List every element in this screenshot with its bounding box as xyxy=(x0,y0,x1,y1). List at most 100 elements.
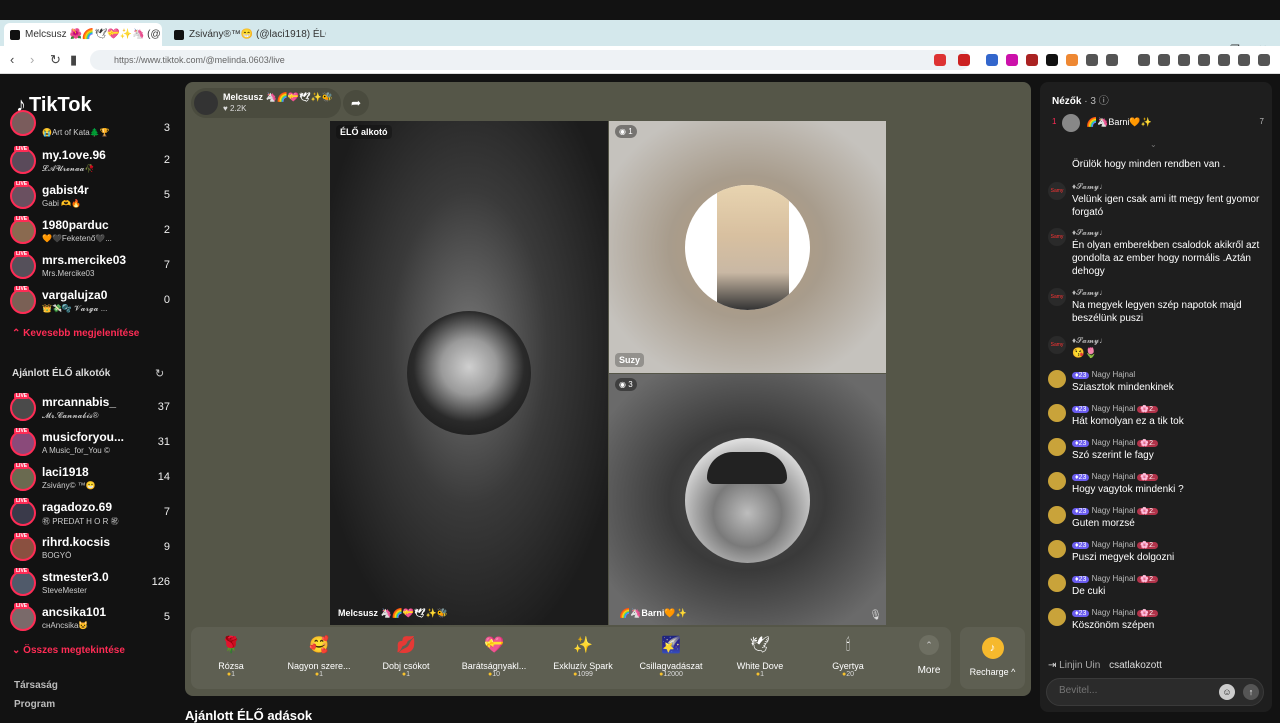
chat-username-row[interactable]: ♦23 Nagy Hajnal 🌸2. xyxy=(1072,506,1158,515)
chat-username-row[interactable]: ♦23 Nagy Hajnal 🌸2. xyxy=(1072,540,1158,549)
gift-item[interactable]: 🕊 White Dove ●1 xyxy=(717,627,803,689)
user-avatar[interactable] xyxy=(1048,506,1066,524)
footer-link-company[interactable]: Társaság xyxy=(14,680,58,691)
gift-item[interactable]: 🕯 Gyertya ●20 xyxy=(805,627,891,689)
muted-mic-icon: 🎙 xyxy=(869,610,882,621)
sidebar-following-item[interactable]: LIVE my.1ove.96 𝓛𝓐𝓤𝓻𝓮𝓷𝓪𝓪🥀 2 xyxy=(10,146,170,180)
user-avatar[interactable]: Samy xyxy=(1048,182,1066,200)
url-field[interactable]: https://www.tiktok.com/@melinda.0603/liv… xyxy=(90,50,970,70)
level-badge: ♦23 xyxy=(1072,474,1090,481)
extension-icon[interactable] xyxy=(958,54,970,66)
wallet-icon[interactable] xyxy=(1198,54,1210,66)
sidebar-icon[interactable] xyxy=(1178,54,1190,66)
chevron-down-icon[interactable]: ⌄ xyxy=(1150,140,1157,149)
show-less-link[interactable]: ⌃ Kevesebb megjelenítése xyxy=(12,328,139,339)
fan-badge: 🌸2. xyxy=(1137,440,1158,447)
user-avatar[interactable]: Samy xyxy=(1048,288,1066,306)
viewer-count: 5 xyxy=(163,189,170,201)
user-avatar[interactable] xyxy=(1048,370,1066,388)
forward-icon[interactable]: › xyxy=(30,52,34,67)
level-badge: ♦23 xyxy=(1072,372,1090,379)
chat-username[interactable]: ♦𝓢𝓪𝓶𝔂♩ xyxy=(1072,228,1107,238)
avatar: LIVE xyxy=(10,146,36,174)
show-all-link[interactable]: ⌄ Összes megtekintése xyxy=(12,645,125,656)
extension-icon[interactable] xyxy=(1046,54,1058,66)
browser-tab-2[interactable]: Zsivány®™😁 (@laci1918) ÉLŐ a ✕ xyxy=(168,23,326,46)
host-avatar-large xyxy=(407,311,531,435)
chat-username-row[interactable]: ♦23 Nagy Hajnal 🌸2. xyxy=(1072,438,1158,447)
host-info[interactable]: Melcsusz 🦄🌈💝🕊✨🐝 ♥ 2.2K xyxy=(191,88,341,118)
join-username[interactable]: Linjin Uin xyxy=(1059,660,1100,671)
reload-icon[interactable]: ↻ xyxy=(50,52,61,68)
copilot-icon[interactable] xyxy=(1218,54,1230,66)
sidebar-recommended-item[interactable]: LIVE stmester3.0 SteveMester 126 xyxy=(10,568,170,602)
recharge-button[interactable]: ♪ Recharge ^ xyxy=(960,627,1025,689)
share-button[interactable]: ➦ xyxy=(343,90,369,116)
extension-icon[interactable] xyxy=(1006,54,1018,66)
chat-message-text: Na megyek legyen szép napotok majd beszé… xyxy=(1072,300,1242,324)
more-gifts-button[interactable]: ⌃ More xyxy=(909,635,949,676)
media-icon[interactable] xyxy=(1158,54,1170,66)
chat-input-box[interactable]: ☺ ↑ xyxy=(1046,678,1264,706)
gift-item[interactable]: 💋 Dobj csókot ●1 xyxy=(363,627,449,689)
gift-item[interactable]: 🥰 Nagyon szere... ●1 xyxy=(276,627,362,689)
browser-tab-1[interactable]: Melcsusz 🌺🌈🕊💝✨🦄 (@ ✕ xyxy=(4,23,162,46)
top-viewer-row[interactable]: 1 🌈🦄Barni🧡✨ 7 xyxy=(1052,114,1264,134)
gift-item[interactable]: 🌹 Rózsa ●1 xyxy=(188,627,274,689)
sidebar-recommended-item[interactable]: LIVE rihrd.kocsis BOGYÓ 9 xyxy=(10,533,170,567)
user-avatar[interactable]: Samy xyxy=(1048,228,1066,246)
address-bar-row: ‹ › ↻ ▮ https://www.tiktok.com/@melinda.… xyxy=(0,46,1280,74)
chat-username-row[interactable]: ♦23 Nagy Hajnal xyxy=(1072,370,1135,379)
info-icon[interactable]: ⓘ xyxy=(1099,96,1109,107)
chat-input[interactable] xyxy=(1059,685,1209,696)
send-icon[interactable]: ↑ xyxy=(1243,684,1259,700)
chat-username-row[interactable]: ♦23 Nagy Hajnal 🌸2. xyxy=(1072,404,1158,413)
download-icon[interactable] xyxy=(1138,54,1150,66)
user-avatar[interactable] xyxy=(1048,540,1066,558)
viewer-count: 9 xyxy=(163,541,170,553)
gift-item[interactable]: 🌠 Csillagvadászat ●12000 xyxy=(628,627,714,689)
bookmark-icon[interactable]: ▮ xyxy=(70,52,77,68)
gift-item[interactable]: ✨ Exkluzív Spark ●1099 xyxy=(540,627,626,689)
chat-username-row[interactable]: ♦23 Nagy Hajnal 🌸2. xyxy=(1072,472,1158,481)
back-icon[interactable]: ‹ xyxy=(10,52,14,67)
shield-icon[interactable] xyxy=(1238,54,1250,66)
menu-icon[interactable] xyxy=(1258,54,1270,66)
sidebar-following-item[interactable]: LIVE 1980parduc 🧡🖤Feketenő🖤... 2 xyxy=(10,216,170,250)
sidebar-following-item[interactable]: LIVE mrs.mercike03 Mrs.Mercike03 7 xyxy=(10,251,170,285)
sidebar-recommended-item[interactable]: LIVE musicforyou... A Music_for_You © 31 xyxy=(10,428,170,462)
extension-icon[interactable] xyxy=(934,54,946,66)
user-avatar[interactable] xyxy=(1048,472,1066,490)
refresh-icon[interactable]: ↻ xyxy=(155,367,164,380)
sidebar-following-item[interactable]: 😭Art of Kata🌲🏆 3 xyxy=(10,110,170,140)
viewers-header[interactable]: Nézők · 3 ⓘ xyxy=(1052,92,1109,107)
chat-username-row[interactable]: ♦23 Nagy Hajnal 🌸2. xyxy=(1072,574,1158,583)
live-badge: LIVE xyxy=(14,568,30,574)
sidebar-following-item[interactable]: LIVE gabist4r Gabi 🫶🔥 5 xyxy=(10,181,170,215)
footer-link-program[interactable]: Program xyxy=(14,699,55,710)
user-avatar[interactable]: Samy xyxy=(1048,336,1066,354)
gift-item[interactable]: 💝 Barátságnyakl... ●10 xyxy=(451,627,537,689)
host-avatar[interactable] xyxy=(194,91,218,115)
extension-icon[interactable] xyxy=(1066,54,1078,66)
sidebar-recommended-item[interactable]: LIVE mrcannabis_ 𝓜𝓻.𝓒𝓪𝓷𝓷𝓪𝓫𝓲𝓼® 37 xyxy=(10,393,170,427)
close-tab-icon[interactable]: ✕ xyxy=(161,28,162,41)
sidebar-recommended-item[interactable]: LIVE ragadozo.69 ㊗ PREDAT H O R ㊗ 7 xyxy=(10,498,170,532)
sidebar-following-item[interactable]: LIVE vargalujza0 👑💸🫧 𝓥𝓪𝓻𝓰𝓪 ... 0 xyxy=(10,286,170,320)
chat-username[interactable]: ♦𝓢𝓪𝓶𝔂♩ xyxy=(1072,182,1107,192)
extension-icon[interactable] xyxy=(1106,54,1118,66)
extension-icon[interactable] xyxy=(1026,54,1038,66)
sidebar-recommended-item[interactable]: LIVE laci1918 Zsivány© ™😁 14 xyxy=(10,463,170,497)
chat-username[interactable]: ♦𝓢𝓪𝓶𝔂♩ xyxy=(1072,288,1107,298)
user-avatar[interactable] xyxy=(1048,438,1066,456)
fan-badge: 🌸2. xyxy=(1137,508,1158,515)
chat-username[interactable]: ♦𝓢𝓪𝓶𝔂♩ xyxy=(1072,336,1107,346)
user-avatar[interactable] xyxy=(1048,608,1066,626)
sidebar-recommended-item[interactable]: LIVE ancsika101 cнAncsika😺 5 xyxy=(10,603,170,637)
emoji-icon[interactable]: ☺ xyxy=(1219,684,1235,700)
extension-icon[interactable] xyxy=(986,54,998,66)
user-avatar[interactable] xyxy=(1048,574,1066,592)
chat-username-row[interactable]: ♦23 Nagy Hajnal 🌸2. xyxy=(1072,608,1158,617)
extension-icon[interactable] xyxy=(1086,54,1098,66)
user-avatar[interactable] xyxy=(1048,404,1066,422)
